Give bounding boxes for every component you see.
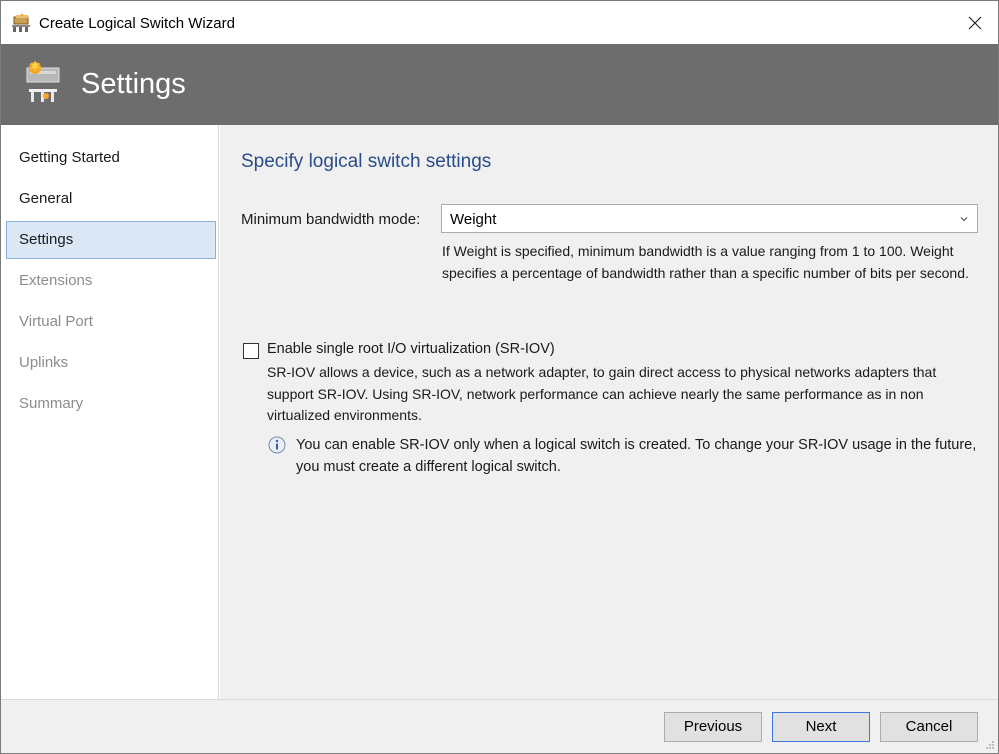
nav-item-settings[interactable]: Settings (6, 221, 216, 259)
logical-switch-settings-icon (26, 60, 60, 102)
nav-item-getting-started[interactable]: Getting Started (6, 139, 216, 177)
bandwidth-mode-label: Minimum bandwidth mode: (241, 211, 421, 228)
cancel-button[interactable]: Cancel (880, 712, 978, 742)
sriov-checkbox[interactable] (243, 343, 259, 359)
logical-switch-icon (12, 13, 30, 32)
bandwidth-mode-help: If Weight is specified, minimum bandwidt… (442, 243, 969, 281)
window-title: Create Logical Switch Wizard (39, 15, 235, 32)
header-banner: Settings (1, 44, 998, 125)
nav-item-general[interactable]: General (6, 180, 216, 218)
nav-item-uplinks: Uplinks (19, 354, 69, 371)
sriov-description: SR-IOV allows a device, such as a networ… (267, 364, 937, 423)
page-heading: Specify logical switch settings (241, 151, 492, 172)
close-icon (968, 16, 982, 29)
nav-item-virtual-port: Virtual Port (19, 313, 93, 330)
wizard-nav: Getting Started General Settings Extensi… (1, 125, 219, 699)
nav-item-extensions: Extensions (19, 272, 93, 289)
settings-page: Specify logical switch settings Minimum … (220, 125, 998, 699)
sriov-label[interactable]: Enable single root I/O virtualization (S… (267, 341, 555, 357)
banner-title: Settings (81, 68, 186, 100)
previous-button[interactable]: Previous (664, 712, 762, 742)
info-icon (268, 436, 286, 454)
wizard-window: Create Logical Switch Wizard Settings Ge… (0, 0, 999, 754)
sriov-info-note: You can enable SR-IOV only when a logica… (296, 437, 977, 475)
bandwidth-mode-select[interactable]: Weight (441, 204, 978, 233)
nav-item-summary: Summary (19, 395, 84, 412)
bandwidth-mode-value: Weight (450, 211, 497, 228)
close-button[interactable] (952, 1, 998, 44)
title-bar: Create Logical Switch Wizard (1, 1, 998, 44)
resize-grip-icon[interactable] (985, 740, 995, 750)
next-button[interactable]: Next (772, 712, 870, 742)
wizard-footer: Previous Next Cancel (1, 699, 998, 753)
chevron-down-icon (960, 217, 968, 222)
